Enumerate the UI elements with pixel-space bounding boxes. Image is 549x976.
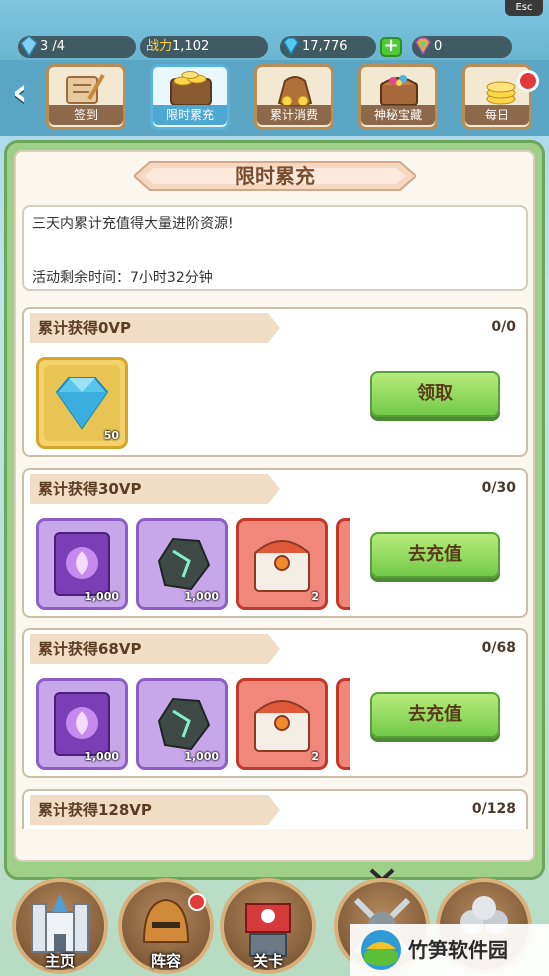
row-header: 累计获得30VP bbox=[30, 474, 280, 504]
reward-row: 累计获得68VP 0/68 1,000 1,000 2 去充值 bbox=[22, 628, 528, 778]
recharge-button[interactable]: 去充值 bbox=[370, 532, 500, 578]
power-value: 1,102 bbox=[172, 39, 210, 54]
item-quantity: 1,000 bbox=[84, 590, 119, 603]
tab-mystery-treasure[interactable]: 神秘宝藏 bbox=[358, 64, 438, 130]
tab-sign-in[interactable]: 签到 bbox=[46, 64, 126, 130]
row-header: 累计获得128VP bbox=[30, 795, 280, 825]
notification-dot bbox=[188, 893, 206, 911]
row-title: 累计获得128VP bbox=[38, 801, 152, 819]
row-header: 累计获得68VP bbox=[30, 634, 280, 664]
rainbow-gem-counter: 0 bbox=[412, 36, 512, 58]
watermark-text: 竹笋软件园 bbox=[408, 938, 508, 962]
tab-label: 限时累充 bbox=[153, 105, 227, 125]
watermark: 竹笋软件园 bbox=[350, 924, 549, 976]
item-quantity: 50 bbox=[103, 429, 119, 442]
row-progress: 0/128 bbox=[471, 801, 516, 817]
row-title: 累计获得0VP bbox=[38, 319, 132, 337]
reward-item[interactable]: 1,000 bbox=[36, 678, 128, 770]
description-box: 三天内累计充值得大量进阶资源! 活动剩余时间：7小时32分钟 bbox=[22, 205, 528, 291]
tab-label: 累计消费 bbox=[257, 105, 331, 125]
reward-row: 累计获得0VP 0/0 50 领取 bbox=[22, 307, 528, 457]
item-quantity: 1,000 bbox=[84, 750, 119, 763]
item-quantity: 2 bbox=[311, 590, 319, 603]
tab-limited-recharge[interactable]: 限时累充 bbox=[150, 64, 230, 130]
item-quantity: 1,000 bbox=[184, 590, 219, 603]
row-progress: 0/30 bbox=[481, 480, 516, 496]
power-counter: 战力1,102 bbox=[140, 36, 268, 58]
coin-stack-icon bbox=[170, 71, 212, 106]
watermark-logo-icon bbox=[361, 930, 401, 970]
title-banner: 限时累充 bbox=[132, 158, 418, 194]
tab-label: 签到 bbox=[49, 105, 123, 125]
reward-row: 累计获得128VP 0/128 bbox=[22, 789, 528, 829]
nav-label: 主页 bbox=[44, 952, 75, 970]
money-bag-icon bbox=[277, 76, 313, 107]
tab-cumulative-spend[interactable]: 累计消费 bbox=[254, 64, 334, 130]
notification-dot bbox=[517, 70, 539, 92]
reward-item[interactable]: 1,000 bbox=[136, 678, 228, 770]
tab-label: 神秘宝藏 bbox=[361, 105, 435, 125]
row-header: 累计获得0VP bbox=[30, 313, 280, 343]
nav-label: 关卡 bbox=[252, 952, 283, 970]
row-progress: 0/68 bbox=[481, 640, 516, 656]
event-description: 三天内累计充值得大量进阶资源! bbox=[32, 216, 234, 232]
row-progress: 0/0 bbox=[491, 319, 516, 335]
crystal-icon bbox=[20, 35, 38, 57]
page-title: 限时累充 bbox=[235, 164, 315, 188]
reward-item[interactable]: 1,000 bbox=[36, 518, 128, 610]
esc-button[interactable]: Esc bbox=[505, 0, 543, 16]
stamina-value: 3 /4 bbox=[40, 39, 66, 54]
event-time-left: 活动剩余时间：7小时32分钟 bbox=[32, 270, 213, 286]
item-quantity: 2 bbox=[311, 750, 319, 763]
sign-in-icon bbox=[66, 73, 105, 104]
gem-counter: 17,776 bbox=[280, 36, 376, 58]
item-quantity: 1,000 bbox=[184, 750, 219, 763]
power-label: 战力 bbox=[146, 39, 173, 54]
gem-value: 17,776 bbox=[302, 39, 348, 54]
rainbow-gem-value: 0 bbox=[434, 39, 443, 54]
reward-item[interactable]: 2 bbox=[236, 678, 328, 770]
reward-item[interactable]: 50 bbox=[36, 357, 128, 449]
diamond-icon bbox=[283, 37, 299, 56]
reward-item[interactable]: 2 bbox=[236, 518, 328, 610]
stamina-counter: 3 /4 bbox=[18, 35, 136, 58]
reward-item-partial bbox=[336, 518, 350, 610]
add-gems-button[interactable]: + bbox=[380, 37, 402, 57]
treasure-chest-icon bbox=[380, 75, 418, 106]
claim-button[interactable]: 领取 bbox=[370, 371, 500, 417]
reward-row: 累计获得30VP 0/30 1,000 1,000 2 去充值 bbox=[22, 468, 528, 618]
tab-label: 每日 bbox=[465, 105, 529, 125]
reward-item[interactable]: 1,000 bbox=[136, 518, 228, 610]
row-title: 累计获得68VP bbox=[38, 640, 142, 658]
rainbow-gem-icon bbox=[415, 37, 431, 56]
nav-label: 阵容 bbox=[150, 952, 181, 970]
recharge-button[interactable]: 去充值 bbox=[370, 692, 500, 738]
row-title: 累计获得30VP bbox=[38, 480, 142, 498]
reward-item-partial bbox=[336, 678, 350, 770]
scroll-left-arrow[interactable]: ‹ bbox=[12, 72, 36, 112]
